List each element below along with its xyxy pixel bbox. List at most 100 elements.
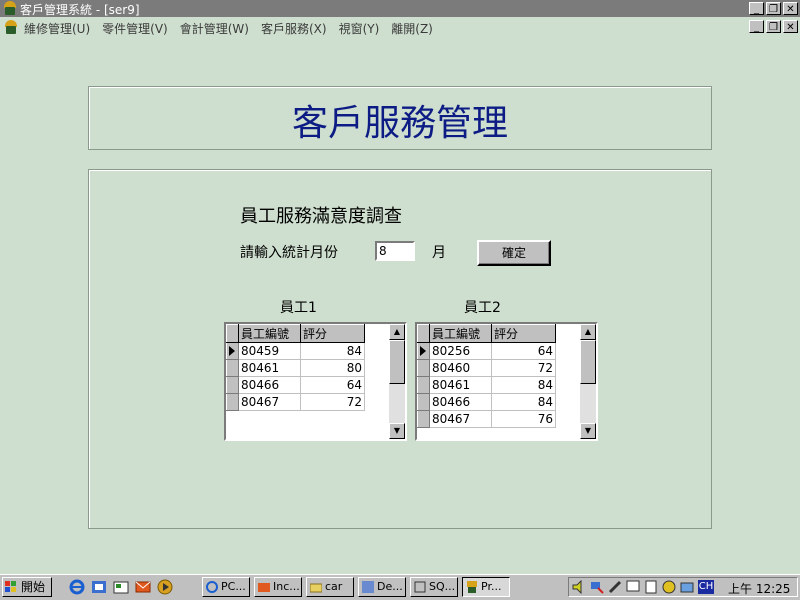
menu-parts[interactable]: 零件管理(V) xyxy=(102,20,168,37)
cell-id[interactable]: 80467 xyxy=(429,410,492,428)
task-car[interactable]: car xyxy=(306,577,354,597)
window-title-bar[interactable]: 客戶管理系統 - [ser9] _ ❐ ✕ xyxy=(0,0,800,17)
employee-1-grid[interactable]: 員工編號 評分 80459 84 80461 80 80466 64 80467… xyxy=(224,322,407,441)
close-button[interactable]: ✕ xyxy=(783,2,798,15)
row-selector[interactable] xyxy=(417,410,430,428)
minimize-button[interactable]: _ xyxy=(749,2,764,15)
table-row[interactable]: 80459 84 xyxy=(226,342,365,360)
folder-icon xyxy=(309,581,323,593)
task-pc[interactable]: PC... xyxy=(202,577,250,597)
ime-indicator[interactable]: CH xyxy=(698,580,714,594)
row-pointer-icon xyxy=(229,346,235,356)
table-row[interactable]: 80460 72 xyxy=(417,359,556,377)
menu-repair[interactable]: 維修管理(U) xyxy=(24,20,90,37)
row-selector[interactable] xyxy=(226,359,239,377)
menu-bar: 維修管理(U) 零件管理(V) 會計管理(W) 客戶服務(X) 視窗(Y) 離開… xyxy=(0,17,800,38)
cell-score[interactable]: 84 xyxy=(491,393,556,411)
pen-icon[interactable] xyxy=(608,580,622,594)
ie-icon[interactable] xyxy=(68,578,86,596)
grid-1-scrollbar[interactable]: ▲ ▼ xyxy=(389,324,405,439)
cell-id[interactable]: 80466 xyxy=(238,376,301,394)
scroll-up-icon[interactable]: ▲ xyxy=(389,324,405,340)
menu-customer-service[interactable]: 客戶服務(X) xyxy=(261,20,327,37)
table-row[interactable]: 80256 64 xyxy=(417,342,556,360)
month-unit-label: 月 xyxy=(432,245,446,261)
scroll-thumb[interactable] xyxy=(389,340,405,384)
row-selector[interactable] xyxy=(417,393,430,411)
cell-id[interactable]: 80461 xyxy=(429,376,492,394)
restore-button[interactable]: ❐ xyxy=(766,2,781,15)
cell-score[interactable]: 64 xyxy=(491,342,556,360)
cell-score[interactable]: 72 xyxy=(491,359,556,377)
menu-accounting[interactable]: 會計管理(W) xyxy=(180,20,249,37)
designer-icon xyxy=(362,581,374,593)
monitor-icon[interactable] xyxy=(626,580,640,594)
task-inbox[interactable]: Inc... xyxy=(254,577,302,597)
cell-score[interactable]: 76 xyxy=(491,410,556,428)
confirm-button[interactable]: 確定 xyxy=(477,240,551,266)
alert-icon[interactable] xyxy=(662,580,676,594)
app-icon[interactable] xyxy=(3,1,17,15)
scroll-thumb[interactable] xyxy=(580,340,596,384)
document-tray-icon[interactable] xyxy=(644,580,658,594)
task-de[interactable]: De... xyxy=(358,577,406,597)
outlook-icon[interactable] xyxy=(90,578,108,596)
child-close-button[interactable]: ✕ xyxy=(783,20,798,33)
table-row[interactable]: 80467 76 xyxy=(417,410,556,428)
table-row[interactable]: 80466 84 xyxy=(417,393,556,411)
row-selector[interactable] xyxy=(417,342,430,360)
row-selector[interactable] xyxy=(417,359,430,377)
row-selector[interactable] xyxy=(226,376,239,394)
table-row[interactable]: 80461 84 xyxy=(417,376,556,394)
column-header-score[interactable]: 評分 xyxy=(491,324,556,343)
browser-icon xyxy=(206,581,218,593)
cell-score[interactable]: 72 xyxy=(300,393,365,411)
table-row[interactable]: 80466 64 xyxy=(226,376,365,394)
scroll-down-icon[interactable]: ▼ xyxy=(389,423,405,439)
grid-2-scrollbar[interactable]: ▲ ▼ xyxy=(580,324,596,439)
month-input[interactable] xyxy=(375,241,415,261)
document-icon[interactable] xyxy=(4,20,18,34)
row-selector[interactable] xyxy=(226,393,239,411)
clock[interactable]: 上午 12:25 xyxy=(728,580,790,597)
cell-id[interactable]: 80461 xyxy=(238,359,301,377)
start-button[interactable]: 開始 xyxy=(2,577,52,597)
row-selector[interactable] xyxy=(226,342,239,360)
cell-id[interactable]: 80459 xyxy=(238,342,301,360)
grid-corner xyxy=(226,324,239,343)
scroll-down-icon[interactable]: ▼ xyxy=(580,423,596,439)
mail-icon[interactable] xyxy=(134,578,152,596)
row-selector[interactable] xyxy=(417,376,430,394)
column-header-id[interactable]: 員工編號 xyxy=(238,324,301,343)
menu-exit[interactable]: 離開(Z) xyxy=(391,20,433,37)
cell-score[interactable]: 84 xyxy=(300,342,365,360)
table-row[interactable]: 80461 80 xyxy=(226,359,365,377)
child-restore-button[interactable]: ❐ xyxy=(766,20,781,33)
cell-id[interactable]: 80467 xyxy=(238,393,301,411)
menu-window[interactable]: 視窗(Y) xyxy=(339,20,380,37)
cell-id[interactable]: 80256 xyxy=(429,342,492,360)
cell-id[interactable]: 80466 xyxy=(429,393,492,411)
column-header-id[interactable]: 員工編號 xyxy=(429,324,492,343)
child-minimize-button[interactable]: _ xyxy=(749,20,764,33)
volume-icon[interactable] xyxy=(572,579,586,595)
cell-score[interactable]: 80 xyxy=(300,359,365,377)
scroll-up-icon[interactable]: ▲ xyxy=(580,324,596,340)
cell-score[interactable]: 64 xyxy=(300,376,365,394)
task-label: PC... xyxy=(221,580,246,593)
column-header-score[interactable]: 評分 xyxy=(300,324,365,343)
media-player-icon[interactable] xyxy=(156,578,174,596)
task-sql[interactable]: SQ... xyxy=(410,577,458,597)
network-icon[interactable] xyxy=(590,580,604,594)
cell-id[interactable]: 80460 xyxy=(429,359,492,377)
show-desktop-icon[interactable] xyxy=(112,578,130,596)
display-icon[interactable] xyxy=(680,580,694,594)
cell-score[interactable]: 84 xyxy=(491,376,556,394)
task-label: De... xyxy=(377,580,403,593)
employee-2-grid[interactable]: 員工編號 評分 80256 64 80460 72 80461 84 80466… xyxy=(415,322,598,441)
start-label: 開始 xyxy=(21,580,46,594)
table-row[interactable]: 80467 72 xyxy=(226,393,365,411)
grid-2-label: 員工2 xyxy=(464,300,501,316)
task-program[interactable]: Pr... xyxy=(462,577,510,597)
app-icon xyxy=(466,581,478,593)
